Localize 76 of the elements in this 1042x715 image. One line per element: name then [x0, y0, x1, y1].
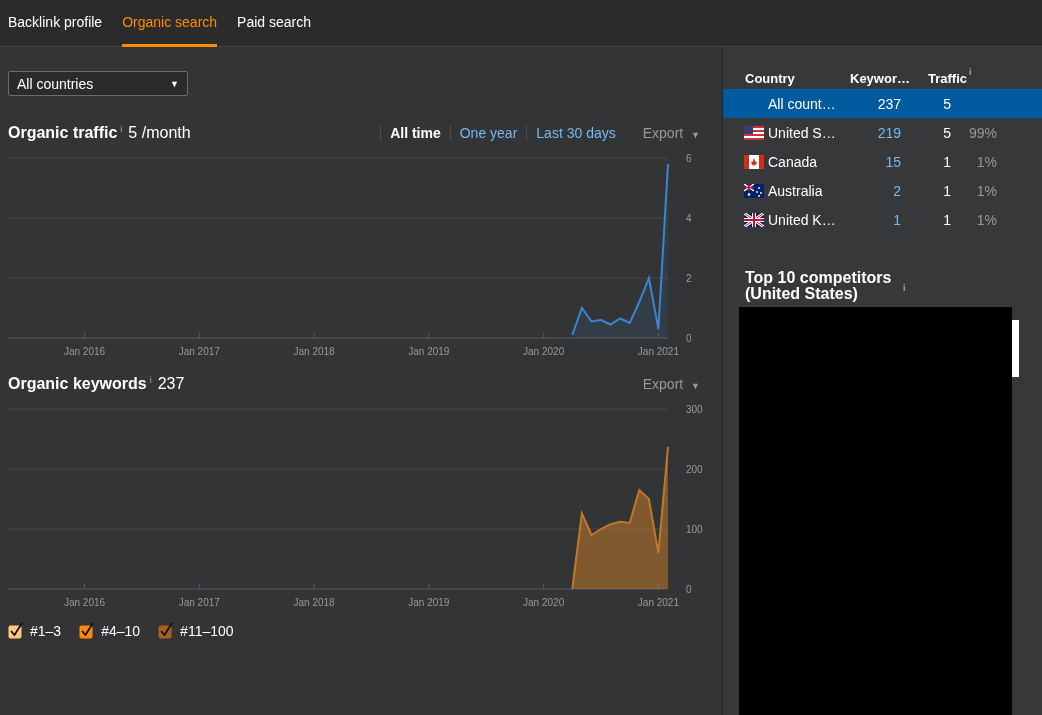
x-tick-label: Jan 2019: [408, 597, 450, 608]
column-header[interactable]: Traffic: [928, 70, 967, 86]
traffic-share: 99%: [967, 124, 997, 141]
country-name: All count…: [768, 95, 837, 112]
y-tick-label: 6: [686, 153, 692, 164]
range-tab[interactable]: Last 30 days: [526, 125, 625, 141]
legend-label: #1–3: [30, 623, 62, 639]
traffic-value: 5: [942, 124, 951, 141]
x-tick-label: Jan 2021: [637, 346, 679, 357]
keywords-count[interactable]: 219: [853, 124, 901, 141]
x-tick-label: Jan 2016: [63, 346, 106, 357]
keywords-count[interactable]: 15: [853, 153, 901, 170]
y-tick-label: 100: [686, 524, 703, 535]
traffic-value: 5: [942, 95, 951, 112]
y-tick-label: 0: [686, 333, 692, 344]
flag-icon: [744, 125, 764, 140]
x-tick-label: Jan 2018: [293, 597, 335, 608]
country-name: United K…: [768, 211, 837, 228]
x-tick-label: Jan 2020: [523, 346, 565, 357]
y-tick-label: 2: [686, 273, 692, 284]
traffic-value: 1: [942, 153, 951, 170]
x-tick-label: Jan 2016: [63, 597, 106, 608]
country-select[interactable]: All countries ▼: [8, 71, 188, 96]
section-title: Organic keywords: [8, 375, 147, 393]
country-name: United S…: [768, 124, 837, 141]
column-header[interactable]: Keywor…: [850, 70, 928, 86]
x-tick-label: Jan 2017: [178, 346, 220, 357]
nav-tab[interactable]: Organic search: [122, 0, 218, 47]
traffic-share: 1%: [975, 153, 997, 170]
legend-label: #11–100: [180, 623, 234, 639]
range-tab[interactable]: One year: [449, 125, 527, 141]
section-title: Top 10 competitors (United States): [745, 270, 893, 302]
legend-label: #4–10: [101, 623, 141, 639]
traffic-value: 1: [942, 211, 951, 228]
range-tab[interactable]: All time: [380, 125, 450, 141]
section-value: 5 /month: [128, 124, 191, 142]
x-tick-label: Jan 2021: [637, 597, 679, 608]
flag-icon: [744, 183, 764, 198]
keywords-count[interactable]: 1: [853, 211, 901, 228]
country-name: Australia: [768, 182, 824, 199]
legend-checkbox[interactable]: [158, 622, 175, 640]
y-tick-label: 0: [686, 584, 692, 595]
y-tick-label: 4: [686, 213, 692, 224]
country-row[interactable]: Australia 2 1 1%: [723, 176, 1042, 205]
nav-tab[interactable]: Paid search: [237, 0, 312, 47]
keywords-count[interactable]: 237: [853, 95, 901, 112]
x-tick-label: Jan 2018: [293, 346, 335, 357]
section-value: 237: [157, 375, 185, 393]
export-button[interactable]: Export ▼: [642, 376, 700, 392]
y-tick-label: 200: [686, 464, 703, 475]
info-mark[interactable]: i: [969, 67, 972, 77]
flag-icon: [744, 212, 764, 227]
x-tick-label: Jan 2019: [408, 346, 450, 357]
legend-checkbox[interactable]: [79, 622, 96, 640]
x-tick-label: Jan 2020: [523, 597, 565, 608]
country-row[interactable]: United S… 219 5 99%: [723, 118, 1042, 147]
column-header[interactable]: Country: [723, 70, 850, 86]
country-row[interactable]: All count… 237 5: [723, 89, 1042, 118]
traffic-value: 1: [942, 182, 951, 199]
info-mark[interactable]: i: [903, 280, 906, 296]
export-button[interactable]: Export ▼: [642, 125, 700, 141]
x-tick-label: Jan 2017: [178, 597, 220, 608]
info-mark[interactable]: i: [149, 375, 152, 385]
scrollbar: [1012, 320, 1019, 377]
country-row[interactable]: Canada 15 1 1%: [723, 147, 1042, 176]
country-name: Canada: [768, 153, 819, 170]
country-row[interactable]: United K… 1 1 1%: [723, 205, 1042, 234]
traffic-share: 1%: [975, 182, 997, 199]
info-mark[interactable]: i: [120, 124, 123, 134]
traffic-share: 1%: [975, 211, 997, 228]
flag-icon: [744, 154, 764, 169]
y-tick-label: 300: [686, 404, 703, 415]
nav-tab[interactable]: Backlink profile: [8, 0, 103, 47]
legend-checkbox[interactable]: [8, 622, 24, 640]
section-title: Organic traffic: [8, 124, 118, 142]
keywords-count[interactable]: 2: [853, 182, 901, 199]
